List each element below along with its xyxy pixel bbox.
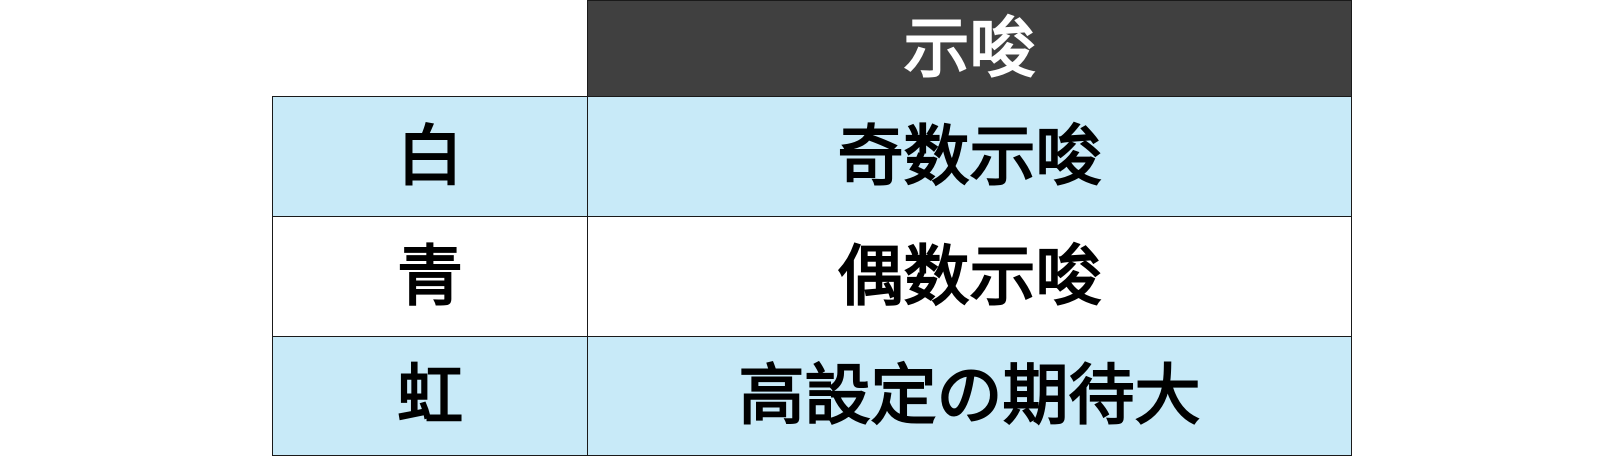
row-label-blue: 青 (272, 216, 588, 337)
row-label-white: 白 (272, 96, 588, 217)
row-label-rainbow: 虹 (272, 336, 588, 456)
row-value-blue: 偶数示唆 (587, 216, 1352, 337)
header-cell-suggestion: 示唆 (587, 0, 1352, 97)
row-value-white: 奇数示唆 (587, 96, 1352, 217)
suggestion-table: 示唆 白 奇数示唆 青 偶数示唆 虹 高設定の期待大 (272, 0, 1352, 456)
row-value-rainbow: 高設定の期待大 (587, 336, 1352, 456)
